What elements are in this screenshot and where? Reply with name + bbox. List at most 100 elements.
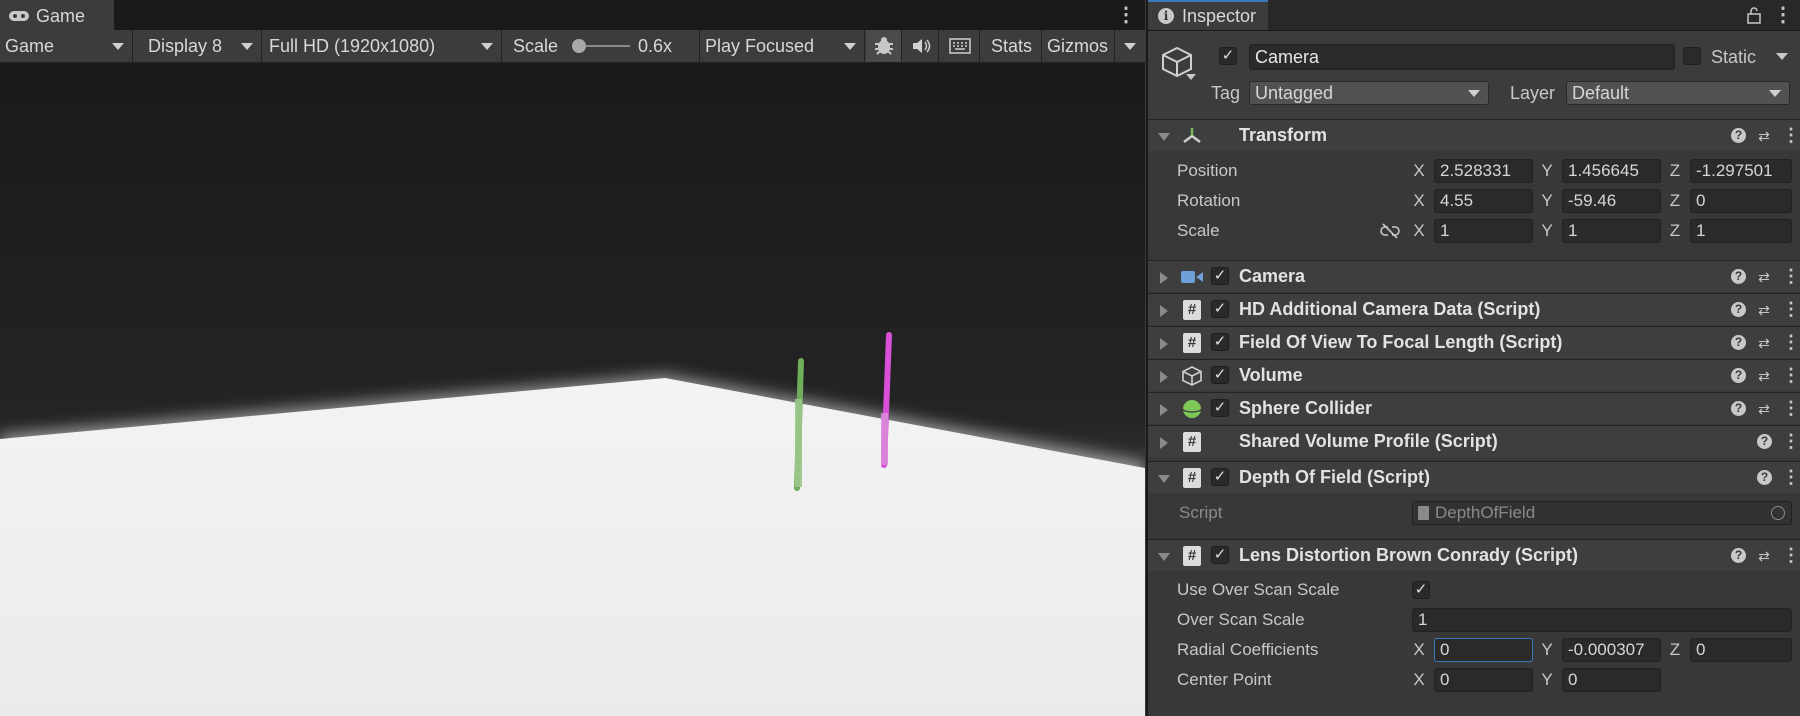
component-sphere-collider-enabled-checkbox[interactable]: ✓ <box>1211 399 1229 417</box>
lock-icon[interactable] <box>1746 6 1762 24</box>
center-y-label[interactable]: Y <box>1540 668 1554 692</box>
component-menu-icon[interactable]: ⋮ <box>1782 540 1800 571</box>
shortcuts-button[interactable] <box>940 30 980 62</box>
foldout-open-icon[interactable] <box>1158 475 1170 483</box>
component-menu-icon[interactable]: ⋮ <box>1782 261 1800 292</box>
radial-z-label[interactable]: Z <box>1668 638 1682 662</box>
component-menu-icon[interactable]: ⋮ <box>1782 462 1800 493</box>
tab-inspector[interactable]: i Inspector <box>1148 0 1269 30</box>
foldout-open-icon[interactable] <box>1158 553 1170 561</box>
component-lens-enabled-checkbox[interactable]: ✓ <box>1211 546 1229 564</box>
scale-y-label[interactable]: Y <box>1540 219 1554 243</box>
component-dof-enabled-checkbox[interactable]: ✓ <box>1211 468 1229 486</box>
radial-x-label[interactable]: X <box>1412 638 1426 662</box>
gizmos-button[interactable]: Gizmos <box>1042 30 1115 62</box>
position-x-label[interactable]: X <box>1412 159 1426 183</box>
rotation-y-field[interactable]: -59.46 <box>1562 189 1661 213</box>
stats-button[interactable]: Stats <box>982 30 1042 62</box>
scale-slider[interactable] <box>572 39 630 53</box>
center-x-field[interactable]: 0 <box>1434 668 1533 692</box>
foldout-closed-icon[interactable] <box>1160 338 1168 350</box>
component-camera[interactable]: ✓ Camera ? ⇄ ⋮ <box>1148 260 1800 292</box>
presets-icon[interactable]: ⇄ <box>1756 549 1772 563</box>
foldout-closed-icon[interactable] <box>1160 305 1168 317</box>
presets-icon[interactable]: ⇄ <box>1756 369 1772 383</box>
component-depth-of-field[interactable]: # ✓ Depth Of Field (Script) ? ⋮ <box>1148 461 1800 493</box>
component-menu-icon[interactable]: ⋮ <box>1782 294 1800 325</box>
component-menu-icon[interactable]: ⋮ <box>1782 120 1800 151</box>
presets-icon[interactable]: ⇄ <box>1756 336 1772 350</box>
presets-icon[interactable]: ⇄ <box>1756 303 1772 317</box>
transform-header[interactable]: Transform ? ⇄ ⋮ <box>1148 119 1800 151</box>
component-volume[interactable]: ✓ Volume ? ⇄ ⋮ <box>1148 359 1800 391</box>
play-mode-dropdown[interactable]: Play Focused <box>700 30 865 62</box>
rotation-z-label[interactable]: Z <box>1668 189 1682 213</box>
radial-z-field[interactable]: 0 <box>1690 638 1792 662</box>
component-menu-icon[interactable]: ⋮ <box>1782 360 1800 391</box>
radial-y-field[interactable]: -0.000307 <box>1562 638 1661 662</box>
object-active-checkbox[interactable]: ✓ <box>1219 47 1237 65</box>
presets-icon[interactable]: ⇄ <box>1756 270 1772 284</box>
game-viewport[interactable] <box>0 63 1145 716</box>
component-menu-icon[interactable]: ⋮ <box>1782 426 1800 457</box>
position-y-label[interactable]: Y <box>1540 159 1554 183</box>
help-icon[interactable]: ? <box>1731 302 1746 317</box>
presets-icon[interactable]: ⇄ <box>1756 402 1772 416</box>
chevron-down-icon[interactable] <box>1776 53 1788 60</box>
position-y-field[interactable]: 1.456645 <box>1562 159 1661 183</box>
foldout-open-icon[interactable] <box>1158 133 1170 141</box>
position-z-field[interactable]: -1.297501 <box>1690 159 1792 183</box>
component-lens-distortion[interactable]: # ✓ Lens Distortion Brown Conrady (Scrip… <box>1148 539 1800 571</box>
object-picker-icon[interactable] <box>1771 506 1785 520</box>
help-icon[interactable]: ? <box>1731 368 1746 383</box>
static-checkbox[interactable] <box>1683 47 1701 65</box>
scale-y-field[interactable]: 1 <box>1562 219 1661 243</box>
help-icon[interactable]: ? <box>1731 128 1746 143</box>
position-x-field[interactable]: 2.528331 <box>1434 159 1533 183</box>
component-menu-icon[interactable]: ⋮ <box>1782 327 1800 358</box>
scale-x-label[interactable]: X <box>1412 219 1426 243</box>
help-icon[interactable]: ? <box>1731 401 1746 416</box>
over-scan-field[interactable]: 1 <box>1412 608 1792 632</box>
center-y-field[interactable]: 0 <box>1562 668 1661 692</box>
presets-icon[interactable]: ⇄ <box>1756 129 1772 143</box>
chevron-down-icon[interactable] <box>1186 74 1196 80</box>
object-name-field[interactable]: Camera <box>1249 44 1675 70</box>
layer-dropdown[interactable]: Default <box>1566 81 1790 105</box>
mute-audio-button[interactable] <box>903 30 939 62</box>
center-x-label[interactable]: X <box>1412 668 1426 692</box>
scale-z-label[interactable]: Z <box>1668 219 1682 243</box>
game-panel-menu-icon[interactable]: ⋮ <box>1116 0 1136 30</box>
foldout-closed-icon[interactable] <box>1160 437 1168 449</box>
game-mode-dropdown[interactable]: Game <box>0 30 133 62</box>
component-fov-to-focal-length[interactable]: # ✓ Field Of View To Focal Length (Scrip… <box>1148 326 1800 358</box>
help-icon[interactable]: ? <box>1731 269 1746 284</box>
component-hd-camera-enabled-checkbox[interactable]: ✓ <box>1211 300 1229 318</box>
position-z-label[interactable]: Z <box>1668 159 1682 183</box>
help-icon[interactable]: ? <box>1757 470 1772 485</box>
component-sphere-collider[interactable]: ✓ Sphere Collider ? ⇄ ⋮ <box>1148 392 1800 424</box>
component-camera-enabled-checkbox[interactable]: ✓ <box>1211 267 1229 285</box>
tag-dropdown[interactable]: Untagged <box>1249 81 1489 105</box>
component-hd-additional-camera-data[interactable]: # ✓ HD Additional Camera Data (Script) ?… <box>1148 293 1800 325</box>
component-shared-volume-profile[interactable]: # Shared Volume Profile (Script) ? ⋮ <box>1148 425 1800 457</box>
rotation-x-label[interactable]: X <box>1412 189 1426 213</box>
radial-y-label[interactable]: Y <box>1540 638 1554 662</box>
rotation-z-field[interactable]: 0 <box>1690 189 1792 213</box>
resolution-dropdown[interactable]: Full HD (1920x1080) <box>264 30 502 62</box>
help-icon[interactable]: ? <box>1731 335 1746 350</box>
tab-game[interactable]: Game <box>0 0 114 30</box>
component-fov-enabled-checkbox[interactable]: ✓ <box>1211 333 1229 351</box>
scale-slider-handle[interactable] <box>572 39 586 53</box>
constrain-proportions-icon[interactable] <box>1380 223 1400 239</box>
help-icon[interactable]: ? <box>1731 548 1746 563</box>
rotation-y-label[interactable]: Y <box>1540 189 1554 213</box>
help-icon[interactable]: ? <box>1757 434 1772 449</box>
use-over-scan-checkbox[interactable]: ✓ <box>1412 581 1430 599</box>
foldout-closed-icon[interactable] <box>1160 272 1168 284</box>
radial-x-field[interactable]: 0 <box>1434 638 1533 662</box>
display-dropdown[interactable]: Display 8 <box>143 30 262 62</box>
gizmos-dropdown[interactable] <box>1115 30 1145 62</box>
rotation-x-field[interactable]: 4.55 <box>1434 189 1533 213</box>
scale-z-field[interactable]: 1 <box>1690 219 1792 243</box>
